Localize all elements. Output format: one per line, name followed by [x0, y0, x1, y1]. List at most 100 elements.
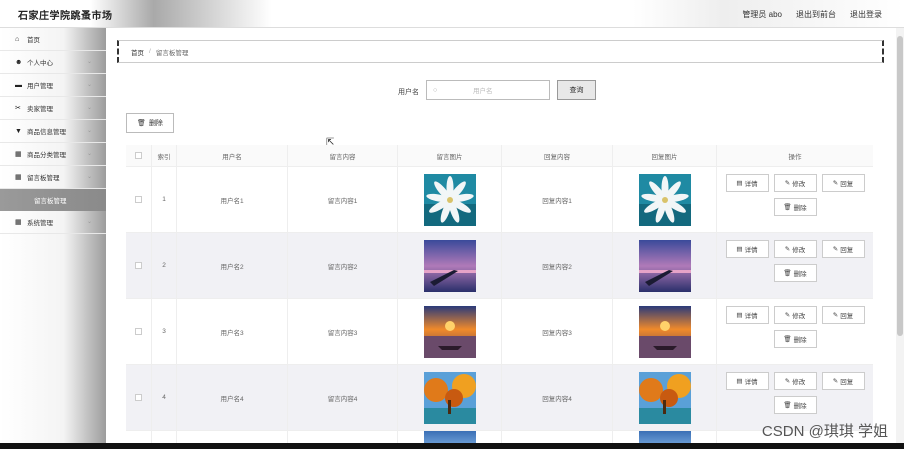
cell-reply: 回复内容2 — [502, 233, 613, 298]
reply-button[interactable]: ✎ 回复 — [821, 306, 865, 324]
admin-user-label[interactable]: 管理员 abo — [742, 9, 782, 20]
delete-label: 删除 — [793, 271, 807, 278]
chevron-down-icon: ⌄ — [86, 82, 92, 88]
detail-button[interactable]: ▤ 详情 — [725, 240, 769, 258]
sidebar: ⌂ 首页 ☻ 个人中心 ⌄ ▬ 用户管理 ⌄ ✂ 卖家管理 ⌄ ▼ 商品信息管理 ⌄ ▦ 商品分类管理 ⌄ ▦ 留言… — [0, 28, 106, 449]
edit-label: 修改 — [792, 379, 806, 386]
goods-icon: ▼ — [15, 127, 22, 135]
sidebar-item-label: 个人中心 — [27, 60, 53, 67]
chevron-down-icon: ⌄ — [86, 219, 92, 225]
exit-to-front-link[interactable]: 退出到前台 — [796, 9, 836, 20]
users-icon: ▬ — [15, 81, 22, 89]
trash-icon: 🗑 — [783, 204, 792, 211]
row-checkbox-cell[interactable] — [126, 365, 152, 430]
cell-username: 用户名4 — [177, 365, 288, 430]
breadcrumb-home[interactable]: 首页 — [131, 47, 144, 57]
cell-content: 留言内容2 — [288, 233, 398, 298]
table-row: 1 用户名1 留言内容1 回复内容1 ▤ 详情 ✎ 修改 ✎ 回复 🗑 删除 — [126, 167, 873, 233]
cell-reply: 回复内容4 — [502, 365, 613, 430]
edit-button[interactable]: ✎ 修改 — [773, 240, 817, 258]
table-row: 3 用户名3 留言内容3 回复内容3 ▤ 详情 ✎ 修改 ✎ 回复 🗑 删除 — [126, 299, 873, 365]
sidebar-item-1[interactable]: ☻ 个人中心 ⌄ — [0, 51, 106, 74]
cell-reply-image[interactable] — [613, 299, 717, 364]
seller-icon: ✂ — [15, 105, 21, 112]
sidebar-item-system[interactable]: ▦ 系统管理 ⌄ — [0, 211, 106, 234]
cell-message-image[interactable] — [398, 233, 502, 298]
message-table: 索引 用户名 留言内容 留言图片 回复内容 回复图片 操作 1 用户名1 留言内容1… — [126, 145, 873, 445]
sidebar-item-6[interactable]: ▦ 留言板管理 ⌄ — [0, 166, 106, 189]
sidebar-item-label: 商品分类管理 — [27, 152, 66, 159]
cell-message-image[interactable] — [398, 365, 502, 430]
search-button[interactable]: 查询 — [557, 80, 596, 100]
chevron-down-icon: ⌄ — [86, 174, 92, 180]
reply-button[interactable]: ✎ 回复 — [821, 174, 865, 192]
edit-button[interactable]: ✎ 修改 — [773, 174, 817, 192]
row-checkbox-cell[interactable] — [126, 167, 152, 232]
sidebar-item-0[interactable]: ⌂ 首页 — [0, 28, 106, 51]
delete-label: 删除 — [793, 337, 807, 344]
chevron-down-icon: ⌄ — [86, 105, 92, 111]
batch-delete-button[interactable]: 🗑 删除 — [126, 113, 174, 133]
cell-username: 用户名1 — [177, 167, 288, 232]
sidebar-sub-item-message-board[interactable]: 留言板管理 — [0, 189, 106, 211]
cell-reply-image[interactable] — [613, 167, 717, 232]
detail-button[interactable]: ▤ 详情 — [725, 372, 769, 390]
select-all-checkbox-cell[interactable] — [126, 145, 152, 166]
cell-message-image[interactable] — [398, 299, 502, 364]
edit-button[interactable]: ✎ 修改 — [773, 372, 817, 390]
edit-icon: ✎ — [784, 312, 791, 319]
row-checkbox[interactable] — [135, 394, 142, 401]
table-row: 2 用户名2 留言内容2 回复内容2 ▤ 详情 ✎ 修改 ✎ 回复 🗑 删除 — [126, 233, 873, 299]
row-checkbox[interactable] — [135, 262, 142, 269]
top-header: 石家庄学院跳蚤市场 管理员 abo 退出到前台 退出登录 — [0, 0, 904, 28]
user-icon: ☻ — [15, 58, 23, 66]
sidebar-item-label: 商品信息管理 — [27, 129, 66, 136]
select-all-checkbox[interactable] — [135, 152, 142, 159]
sidebar-item-2[interactable]: ▬ 用户管理 ⌄ — [0, 74, 106, 97]
sidebar-item-3[interactable]: ✂ 卖家管理 ⌄ — [0, 97, 106, 120]
breadcrumb-separator: / — [149, 48, 151, 55]
cell-index: 4 — [152, 365, 177, 430]
col-image: 留言图片 — [398, 145, 502, 166]
delete-button[interactable]: 🗑 删除 — [773, 198, 817, 216]
cell-content: 留言内容4 — [288, 365, 398, 430]
reply-label: 回复 — [840, 313, 854, 320]
detail-button[interactable]: ▤ 详情 — [725, 306, 769, 324]
trash-icon: 🗑 — [137, 120, 146, 127]
row-checkbox-cell[interactable] — [126, 299, 152, 364]
chevron-down-icon: ⌄ — [86, 151, 92, 157]
logout-link[interactable]: 退出登录 — [850, 9, 882, 20]
cell-reply-image[interactable] — [613, 365, 717, 430]
cell-message-image[interactable] — [398, 167, 502, 232]
row-checkbox-cell[interactable] — [126, 233, 152, 298]
breadcrumb: 首页 / 留言板管理 — [117, 40, 884, 63]
sidebar-item-4[interactable]: ▼ 商品信息管理 ⌄ — [0, 120, 106, 143]
app-title: 石家庄学院跳蚤市场 — [18, 11, 113, 22]
system-icon: ▦ — [15, 219, 22, 226]
chevron-down-icon: ⌄ — [86, 59, 92, 65]
cell-index: 3 — [152, 299, 177, 364]
row-checkbox[interactable] — [135, 328, 142, 335]
edit-icon: ✎ — [784, 378, 791, 385]
cell-reply: 回复内容1 — [502, 167, 613, 232]
reply-button[interactable]: ✎ 回复 — [821, 240, 865, 258]
search-input[interactable]: ○ 用户名 — [426, 80, 550, 100]
cell-reply-image[interactable] — [613, 233, 717, 298]
sidebar-item-5[interactable]: ▦ 商品分类管理 ⌄ — [0, 143, 106, 166]
page-scrollbar[interactable] — [896, 28, 904, 443]
delete-button[interactable]: 🗑 删除 — [773, 396, 817, 414]
detail-button[interactable]: ▤ 详情 — [725, 174, 769, 192]
delete-button[interactable]: 🗑 删除 — [773, 330, 817, 348]
search-icon: ○ — [433, 86, 438, 94]
home-icon: ⌂ — [15, 35, 20, 43]
cell-username: 用户名3 — [177, 299, 288, 364]
reply-button[interactable]: ✎ 回复 — [821, 372, 865, 390]
row-checkbox[interactable] — [135, 196, 142, 203]
cell-content: 留言内容1 — [288, 167, 398, 232]
edit-button[interactable]: ✎ 修改 — [773, 306, 817, 324]
scrollbar-thumb[interactable] — [897, 36, 903, 336]
table-header: 索引 用户名 留言内容 留言图片 回复内容 回复图片 操作 — [126, 145, 873, 167]
bottom-border — [0, 443, 904, 449]
reply-label: 回复 — [840, 181, 854, 188]
delete-button[interactable]: 🗑 删除 — [773, 264, 817, 282]
